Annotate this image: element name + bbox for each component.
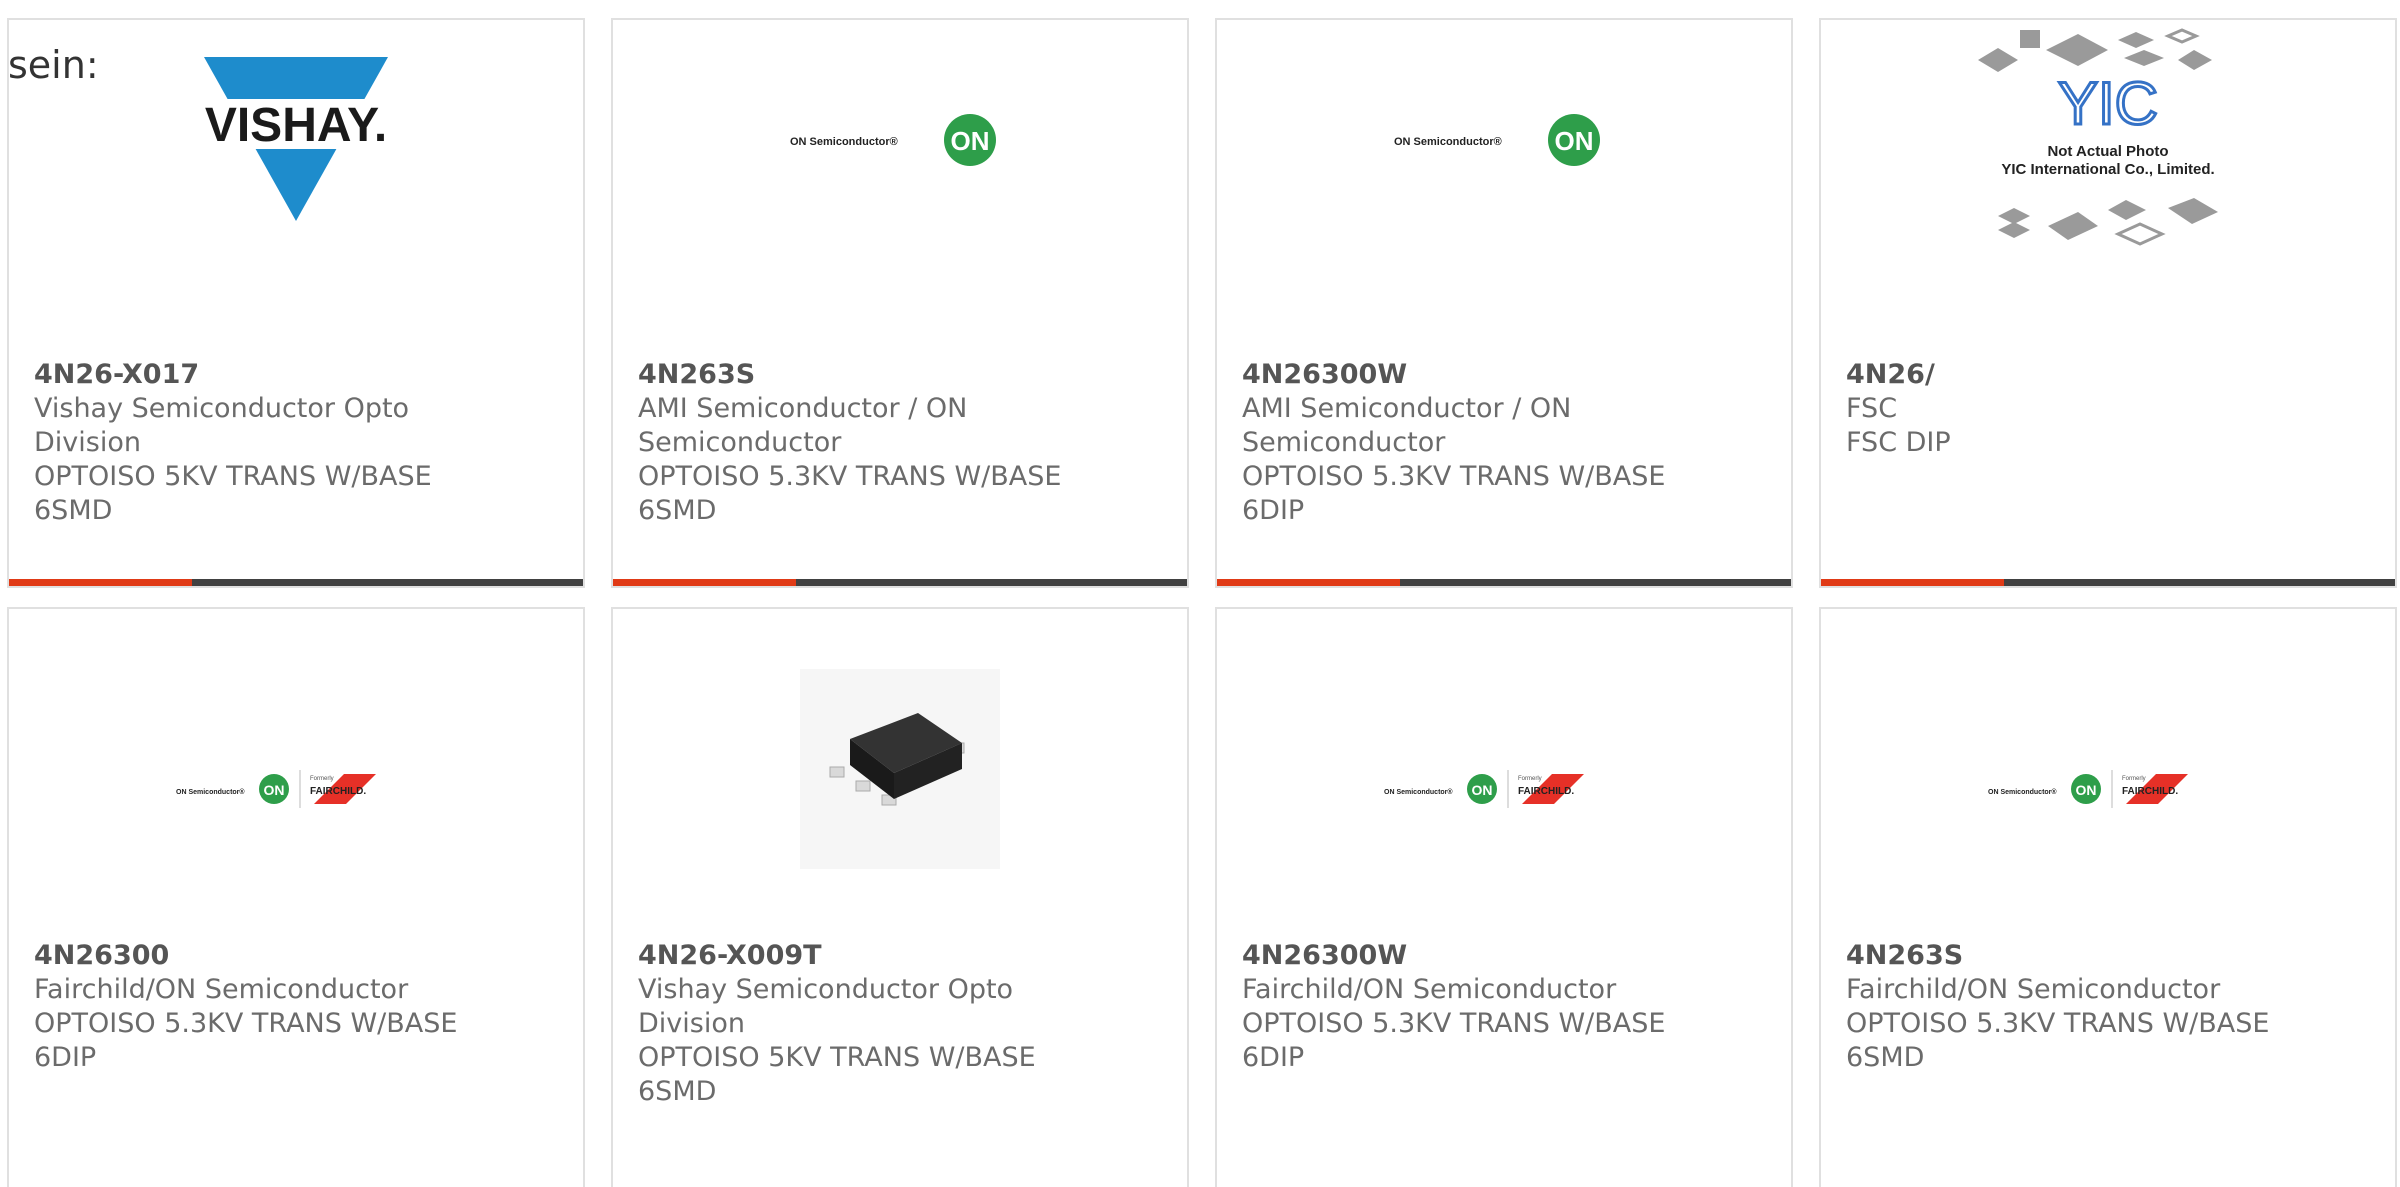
description-cont: 6DIP — [34, 1042, 97, 1073]
description-cont: 6DIP — [1242, 495, 1305, 526]
manufacturer: AMI Semiconductor / ON — [1242, 393, 1572, 424]
description-cont: 6SMD — [638, 495, 717, 526]
product-info: 4N26-X009T Vishay Semiconductor Opto Div… — [638, 939, 1108, 1109]
manufacturer: AMI Semiconductor / ON — [638, 393, 968, 424]
smd-chip-icon — [800, 669, 1000, 869]
product-photo — [613, 669, 1187, 869]
part-number[interactable]: 4N26300W — [1242, 358, 1712, 392]
card-accent — [9, 579, 192, 586]
product-card[interactable]: ON Semiconductor® ON 4N263S AMI Semicond… — [611, 18, 1189, 588]
card-accent — [613, 579, 796, 586]
svg-text:Formerly: Formerly — [1518, 776, 1542, 782]
description: FSC DIP — [1846, 427, 1951, 458]
svg-text:Formerly: Formerly — [310, 776, 334, 782]
svg-text:VISHAY.: VISHAY. — [205, 99, 387, 152]
on-fairchild-logo-icon: ON Semiconductor® ON Formerly FAIRCHILD. — [1384, 770, 1584, 808]
product-card[interactable]: ON Semiconductor® ON Formerly FAIRCHILD.… — [7, 607, 585, 1187]
product-info: 4N26/ FSC FSC DIP — [1846, 358, 2316, 460]
product-card[interactable]: ON Semiconductor® ON Formerly FAIRCHILD.… — [1819, 607, 2397, 1187]
description: OPTOISO 5.3KV TRANS W/BASE — [1242, 1008, 1666, 1039]
manufacturer-logo: ON Semiconductor® ON — [613, 40, 1187, 240]
manufacturer-logo: ON Semiconductor® ON — [1217, 40, 1791, 240]
manufacturer: Fairchild/ON Semiconductor — [1846, 974, 2221, 1005]
on-fairchild-logo-icon: ON Semiconductor® ON Formerly FAIRCHILD. — [176, 770, 376, 808]
card-bottom-bar — [613, 579, 1187, 586]
svg-text:ON Semiconductor®: ON Semiconductor® — [1988, 788, 2057, 796]
card-accent — [1217, 579, 1400, 586]
svg-text:YIC: YIC — [2058, 70, 2158, 137]
product-info: 4N26-X017 Vishay Semiconductor Opto Divi… — [34, 358, 504, 528]
manufacturer: Vishay Semiconductor Opto — [638, 974, 1014, 1005]
part-number[interactable]: 4N26300 — [34, 939, 504, 973]
svg-text:ON: ON — [951, 126, 990, 156]
part-number[interactable]: 4N263S — [1846, 939, 2316, 973]
product-card[interactable]: ON Semiconductor® ON 4N26300W AMI Semico… — [1215, 18, 1793, 588]
product-card[interactable]: ON Semiconductor® ON Formerly FAIRCHILD.… — [1215, 607, 1793, 1187]
description: OPTOISO 5.3KV TRANS W/BASE — [1846, 1008, 2270, 1039]
part-number[interactable]: 4N26-X017 — [34, 358, 504, 392]
description-cont: 6SMD — [34, 495, 113, 526]
svg-text:ON: ON — [264, 782, 285, 798]
description-cont: 6DIP — [1242, 1042, 1305, 1073]
intro-text: sein: — [8, 43, 99, 87]
on-semiconductor-logo-icon: ON Semiconductor® ON — [1394, 114, 1600, 166]
manufacturer-logo: ON Semiconductor® ON Formerly FAIRCHILD. — [1821, 689, 2395, 889]
product-info: 4N26300W AMI Semiconductor / ON Semicond… — [1242, 358, 1712, 528]
svg-text:ON Semiconductor®: ON Semiconductor® — [1384, 788, 1453, 796]
svg-text:ON: ON — [1472, 782, 1493, 798]
card-accent — [1821, 579, 2004, 586]
part-number[interactable]: 4N26-X009T — [638, 939, 1108, 973]
product-info: 4N263S Fairchild/ON Semiconductor OPTOIS… — [1846, 939, 2316, 1075]
svg-text:FAIRCHILD.: FAIRCHILD. — [2122, 786, 2178, 797]
manufacturer-cont: Division — [34, 427, 141, 458]
manufacturer-cont: Semiconductor — [1242, 427, 1446, 458]
manufacturer-logo: ON Semiconductor® ON Formerly FAIRCHILD. — [9, 689, 583, 889]
manufacturer: Vishay Semiconductor Opto — [34, 393, 410, 424]
product-info: 4N263S AMI Semiconductor / ON Semiconduc… — [638, 358, 1108, 528]
card-bottom-bar — [1821, 579, 2395, 586]
description: OPTOISO 5KV TRANS W/BASE — [638, 1042, 1036, 1073]
manufacturer: FSC — [1846, 393, 1898, 424]
on-semiconductor-logo-icon: ON Semiconductor® ON — [790, 114, 996, 166]
product-card[interactable]: YIC Not Actual Photo YIC International C… — [1819, 18, 2397, 588]
yic-placeholder-icon: YIC Not Actual Photo YIC International C… — [1978, 28, 2218, 246]
description: OPTOISO 5KV TRANS W/BASE — [34, 461, 432, 492]
svg-text:Formerly: Formerly — [2122, 776, 2146, 782]
manufacturer-logo: YIC Not Actual Photo YIC International C… — [1821, 28, 2395, 246]
svg-text:FAIRCHILD.: FAIRCHILD. — [1518, 786, 1574, 797]
description: OPTOISO 5.3KV TRANS W/BASE — [34, 1008, 458, 1039]
svg-text:ON Semiconductor®: ON Semiconductor® — [1394, 136, 1502, 148]
product-card[interactable]: 4N26-X009T Vishay Semiconductor Opto Div… — [611, 607, 1189, 1187]
vishay-logo-icon: VISHAY. — [196, 57, 396, 221]
description-cont: 6SMD — [638, 1076, 717, 1107]
manufacturer-cont: Semiconductor — [638, 427, 842, 458]
part-number[interactable]: 4N263S — [638, 358, 1108, 392]
svg-text:Not Actual Photo: Not Actual Photo — [2047, 143, 2168, 160]
description: OPTOISO 5.3KV TRANS W/BASE — [1242, 461, 1666, 492]
product-info: 4N26300W Fairchild/ON Semiconductor OPTO… — [1242, 939, 1712, 1075]
svg-text:YIC International Co., Limited: YIC International Co., Limited. — [2001, 161, 2214, 178]
product-card[interactable]: VISHAY. 4N26-X017 Vishay Semiconductor O… — [7, 18, 585, 588]
manufacturer: Fairchild/ON Semiconductor — [1242, 974, 1617, 1005]
svg-text:ON Semiconductor®: ON Semiconductor® — [176, 788, 245, 796]
part-number[interactable]: 4N26300W — [1242, 939, 1712, 973]
svg-text:ON: ON — [2076, 782, 2097, 798]
product-info: 4N26300 Fairchild/ON Semiconductor OPTOI… — [34, 939, 504, 1075]
card-bottom-bar — [1217, 579, 1791, 586]
description-cont: 6SMD — [1846, 1042, 1925, 1073]
manufacturer-cont: Division — [638, 1008, 745, 1039]
manufacturer-logo: ON Semiconductor® ON Formerly FAIRCHILD. — [1217, 689, 1791, 889]
part-number[interactable]: 4N26/ — [1846, 358, 2316, 392]
svg-text:ON Semiconductor®: ON Semiconductor® — [790, 136, 898, 148]
svg-text:FAIRCHILD.: FAIRCHILD. — [310, 786, 366, 797]
card-bottom-bar — [9, 579, 583, 586]
on-fairchild-logo-icon: ON Semiconductor® ON Formerly FAIRCHILD. — [1988, 770, 2188, 808]
svg-text:ON: ON — [1555, 126, 1594, 156]
manufacturer: Fairchild/ON Semiconductor — [34, 974, 409, 1005]
description: OPTOISO 5.3KV TRANS W/BASE — [638, 461, 1062, 492]
